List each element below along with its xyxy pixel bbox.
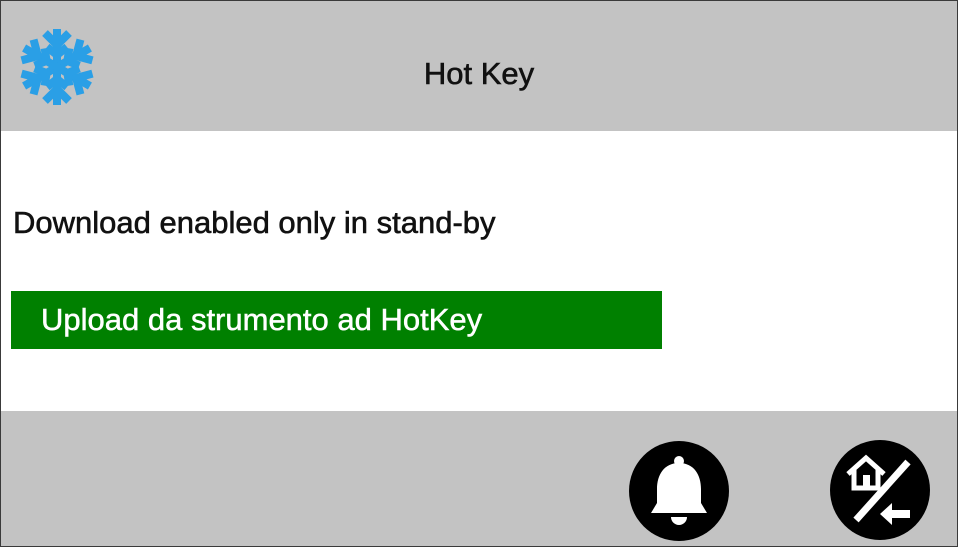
- hotkey-screen: Hot Key Download enabled only in stand-b…: [0, 0, 958, 547]
- header-bar: Hot Key: [1, 1, 957, 131]
- footer-bar: [1, 411, 957, 546]
- bell-icon: [651, 456, 707, 525]
- status-message: Download enabled only in stand-by: [13, 205, 496, 241]
- main-content: Download enabled only in stand-by Upload…: [1, 131, 957, 411]
- home-back-button[interactable]: [830, 440, 930, 540]
- upload-hotkey-button[interactable]: Upload da strumento ad HotKey: [11, 291, 662, 349]
- page-title: Hot Key: [423, 56, 535, 92]
- home-back-icon: [846, 454, 911, 525]
- alarm-button[interactable]: [629, 441, 729, 541]
